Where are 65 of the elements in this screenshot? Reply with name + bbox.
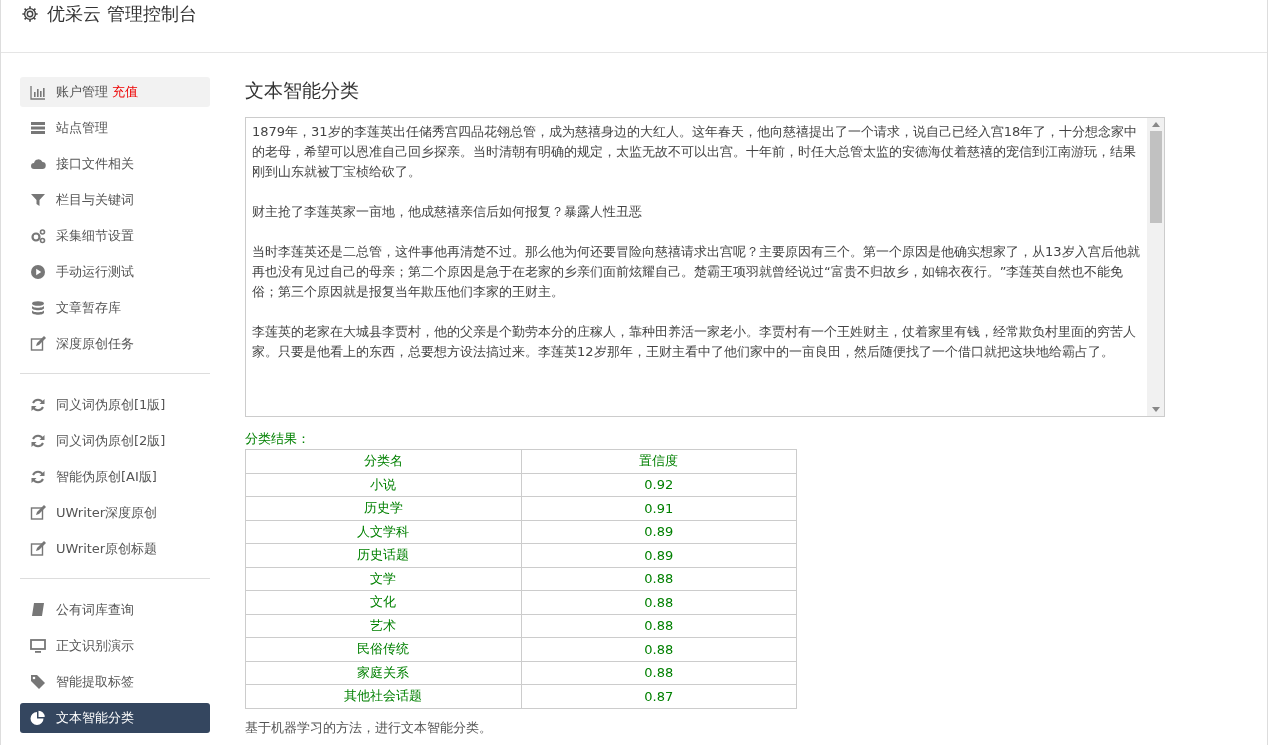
tag-icon [30,674,46,690]
column-header: 置信度 [521,449,797,473]
sidebar-item[interactable]: 采集细节设置 [20,221,210,251]
table-cell: 其他社会话题 [245,684,521,708]
refresh-icon [30,469,46,485]
table-cell: 小说 [245,473,521,497]
table-cell: 0.89 [521,543,797,567]
edit-icon [30,505,46,521]
sidebar-item[interactable]: 文本智能分类 [20,703,210,733]
edit-icon [30,541,46,557]
table-cell: 历史话题 [245,543,521,567]
table-cell: 0.88 [521,590,797,614]
table-cell: 文学 [245,567,521,591]
sidebar-item[interactable]: UWriter深度原创 [20,498,210,528]
refresh-icon [30,433,46,449]
scroll-up-icon[interactable] [1151,122,1160,127]
table-cell: 0.89 [521,520,797,544]
column-header: 分类名 [245,449,521,473]
sidebar-item[interactable]: 文章暂存库 [20,293,210,323]
server-icon [30,120,46,136]
edit-icon [30,336,46,352]
monitor-icon [30,638,46,654]
result-label: 分类结果： [245,430,311,448]
sidebar-item[interactable]: 栏目与关键词 [20,185,210,215]
sidebar-item[interactable]: 公有词库查询 [20,595,210,625]
sidebar-item[interactable]: 同义词伪原创[2版] [20,426,210,456]
book-icon [30,602,46,618]
table-cell: 0.88 [521,614,797,638]
page-title: 文本智能分类 [245,78,360,103]
table-cell: 0.91 [521,496,797,520]
sidebar-item[interactable]: UWriter原创标题 [20,534,210,564]
sidebar-item[interactable]: 账户管理 充值 [20,77,210,107]
sidebar-item[interactable]: 智能伪原创[AI版] [20,462,210,492]
text-input-area[interactable]: 1879年，31岁的李莲英出任储秀宫四品花翎总管，成为慈禧身边的大红人。这年春天，他向慈禧提出了一个请求，说自己已经入宫18年了，十分想念家中的老母，希望可以恩准自己回乡探亲。当时清朝有明确的规定，太监无故不可以出宫。十年前，时任大总管太监的安德海仗着慈禧的宠信到江南游玩，结果刚到山东就被丁宝桢给砍了。 财主抢了李莲英家一亩地，他成慈禧亲信后如何报复？暴露人性丑恶 当时李莲英还是二总管，这件事他再清楚不过。那么他为何还要冒险向慈禧请求出宫呢？主要原因有三个。第一个原因是他确实想家了，从13岁入宫后他就再也没有见过自己的母亲；第二个原因是急于在老家的乡亲们面前炫耀自己。楚霸王项羽就曾经说过“富贵不归故乡，如锦衣夜行。”李莲英自然也不能免俗；第三个原因就是报复当年欺压他们李家的王财主。 李莲英的老家在大城县李贾村，他的父亲是个勤劳本分的庄稼人，靠种田养活一家老小。李贾村有一个王姓财主，仗着家里有钱，经常欺负村里面的穷苦人家。只要是他看上的东西，总要想方设法搞过来。李莲英12岁那年，王财主看中了他们家中的一亩良田，然后随便找了一个借口就把这块地给霸占了。 [245,117,1165,417]
scrollbar-thumb[interactable] [1149,131,1162,223]
table-cell: 0.88 [521,567,797,591]
sidebar-item[interactable]: 深度原创任务 [20,329,210,359]
filter-icon [30,192,46,208]
table-cell: 文化 [245,590,521,614]
table-cell: 历史学 [245,496,521,520]
table-cell: 0.92 [521,473,797,497]
description-text: 基于机器学习的方法，进行文本智能分类。 [245,718,493,737]
table-cell: 0.88 [521,637,797,661]
sidebar-item[interactable]: 站点管理 [20,113,210,143]
settings-icon [21,5,39,23]
sidebar-item[interactable]: 正文识别演示 [20,631,210,661]
app-title: 优采云 管理控制台 [47,2,197,26]
table-cell: 家庭关系 [245,661,521,685]
sidebar-item[interactable]: 智能提取标签 [20,667,210,697]
scroll-down-icon[interactable] [1151,407,1160,412]
sidebar-item[interactable]: 接口文件相关 [20,149,210,179]
table-cell: 人文学科 [245,520,521,544]
sidebar-item[interactable]: 同义词伪原创[1版] [20,390,210,420]
table-cell: 0.87 [521,684,797,708]
play-icon [30,264,46,280]
gears-icon [30,228,46,244]
database-icon [30,300,46,316]
sidebar-item[interactable]: 手动运行测试 [20,257,210,287]
table-cell: 民俗传统 [245,637,521,661]
table-cell: 0.88 [521,661,797,685]
chart-icon [30,84,46,100]
pie-icon [30,710,46,726]
cloud-icon [30,156,46,172]
table-cell: 艺术 [245,614,521,638]
refresh-icon [30,397,46,413]
